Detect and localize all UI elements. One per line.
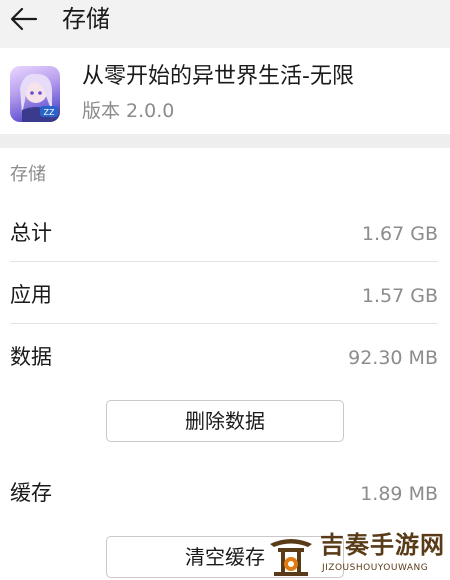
app-version: 版本 2.0.0 [82,100,175,122]
total-label: 总计 [10,221,52,245]
pagoda-logo-icon [270,539,312,576]
app-size-value: 1.57 GB [361,285,438,307]
data-label: 数据 [10,345,52,369]
watermark-title: 吉奏手游网 [320,531,445,559]
data-row: 数据 92.30 MB [0,330,450,386]
app-size-label: 应用 [10,283,52,307]
data-value: 92.30 MB [348,347,438,369]
watermark-subtitle: JIZOUSHOUYOUWANG [322,563,429,573]
cache-value: 1.89 MB [360,483,438,505]
row-divider [10,323,438,324]
app-size-row: 应用 1.57 GB [0,268,450,324]
row-divider [10,261,438,262]
cache-row: 缓存 1.89 MB [0,466,450,522]
cache-label: 缓存 [10,481,52,505]
arrow-left-icon[interactable] [10,6,38,32]
clear-data-button[interactable]: 删除数据 [106,400,344,442]
svg-text:ZZ: ZZ [44,108,55,117]
total-value: 1.67 GB [361,223,438,245]
site-watermark: 吉奏手游网 JIZOUSHOUYOUWANG [262,528,450,580]
section-divider [0,134,450,148]
storage-section-label: 存储 [10,164,46,185]
app-name: 从零开始的异世界生活-无限 [82,64,354,89]
app-icon: ZZ [10,66,60,122]
app-info: ZZ 从零开始的异世界生活-无限 版本 2.0.0 [0,48,450,134]
total-row: 总计 1.67 GB [0,206,450,262]
app-bar: 存储 [0,0,450,48]
page-title: 存储 [62,5,110,33]
